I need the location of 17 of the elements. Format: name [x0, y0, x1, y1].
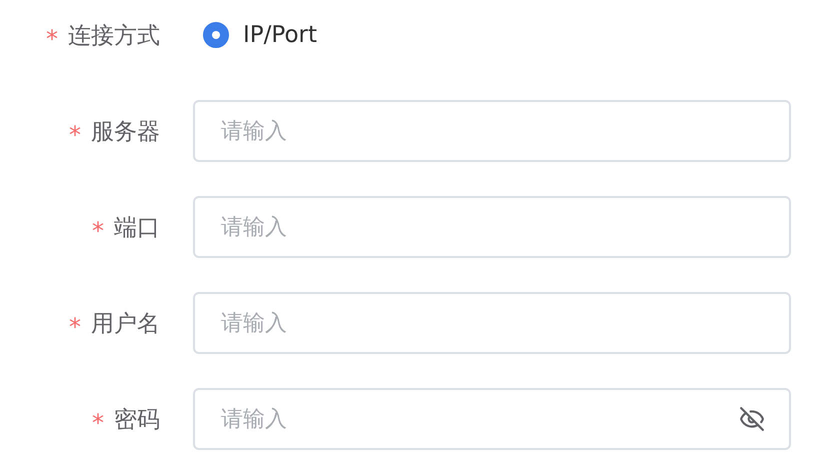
radio-label[interactable]: IP/Port — [243, 22, 317, 48]
radio-button[interactable] — [203, 22, 229, 48]
hide-password-icon[interactable] — [739, 406, 765, 432]
field-label: 连接方式 — [68, 22, 160, 50]
required-asterisk: * — [69, 120, 81, 147]
field-label: 密码 — [114, 406, 160, 434]
required-asterisk: * — [92, 216, 104, 243]
required-asterisk: * — [92, 408, 104, 435]
input-field[interactable]: 请输入 — [193, 100, 791, 162]
required-asterisk: * — [69, 312, 81, 339]
input-field[interactable]: 请输入 — [193, 388, 791, 450]
required-asterisk: * — [46, 24, 58, 51]
input-field[interactable]: 请输入 — [193, 292, 791, 354]
field-label: 用户名 — [91, 310, 160, 338]
input-field[interactable]: 请输入 — [193, 196, 791, 258]
field-label: 服务器 — [91, 118, 160, 146]
field-label: 端口 — [114, 214, 160, 242]
